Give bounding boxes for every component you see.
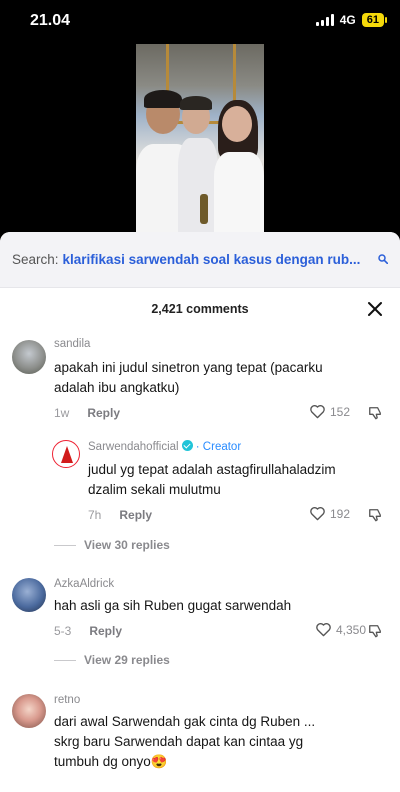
avatar[interactable] (12, 578, 46, 612)
comment-text-line: skrg baru Sarwendah dapat kan cintaa yg (54, 734, 304, 749)
person-left-hair (144, 90, 182, 108)
person-right-head (222, 106, 252, 142)
reply-button[interactable]: Reply (119, 508, 152, 522)
video-player[interactable] (136, 44, 264, 232)
comments-header: 2,421 comments (0, 288, 400, 332)
comment-text-line: tumbuh dg onyo😍 (54, 754, 168, 769)
battery-icon: 61 (361, 13, 388, 27)
search-query-link[interactable]: klarifikasi sarwendah soal kasus dengan … (63, 252, 369, 267)
dislike-icon[interactable] (368, 508, 382, 522)
status-time: 21.04 (30, 12, 71, 29)
creator-badge: · Creator (195, 441, 242, 453)
person-middle-hair (180, 96, 212, 110)
reply-username-text: Sarwendahofficial (88, 441, 179, 453)
search-icon[interactable] (378, 254, 388, 264)
reply-text-line: dzalim sekali mulutmu (88, 482, 221, 497)
like-button[interactable]: 152 (309, 404, 350, 419)
dislike-icon[interactable] (368, 624, 382, 638)
like-count: 192 (329, 506, 350, 521)
heart-icon (310, 405, 325, 419)
like-count: 152 (329, 404, 350, 419)
avatar[interactable] (12, 340, 46, 374)
comment-text-line: hah asli ga sih Ruben gugat sarwendah (54, 598, 292, 613)
search-prefix: Search: (12, 252, 59, 267)
close-icon[interactable] (366, 300, 384, 318)
creator-avatar[interactable] (52, 440, 80, 468)
bottle-prop (200, 194, 208, 224)
divider-line (54, 544, 76, 546)
comment-count: 2,421 comments (151, 302, 249, 316)
comment-text-line: dari awal Sarwendah gak cinta dg Ruben .… (54, 714, 316, 729)
creator-avatar-image (61, 446, 73, 463)
comment-time: 5-3 (54, 624, 72, 638)
comment-item: sandila apakah ini judul sinetron yang t… (0, 336, 400, 446)
view-replies-button[interactable]: View 29 replies (54, 653, 170, 667)
reply-item: Sarwendahofficial · Creator judul yg tep… (0, 436, 400, 536)
reply-username[interactable]: Sarwendahofficial · Creator (88, 440, 241, 453)
avatar[interactable] (12, 694, 46, 728)
view-replies-label: View 29 replies (84, 653, 170, 667)
comment-time: 1w (54, 406, 70, 420)
comment-text-line: adalah ibu angkatku) (54, 380, 180, 395)
like-button[interactable]: 4,350 (315, 622, 366, 637)
verified-badge-icon (181, 440, 193, 451)
network-label: 4G (339, 13, 356, 27)
like-count: 4,350 (335, 622, 366, 637)
heart-icon (310, 507, 325, 521)
reply-button[interactable]: Reply (87, 406, 120, 420)
reply-button[interactable]: Reply (89, 624, 122, 638)
person-right-body (214, 152, 264, 232)
reply-time: 7h (88, 508, 102, 522)
person-middle-body (178, 138, 218, 232)
status-icons: 4G 61 (315, 13, 388, 27)
dislike-icon[interactable] (368, 406, 382, 420)
comment-username[interactable]: sandila (54, 338, 90, 350)
like-button[interactable]: 192 (309, 506, 350, 521)
comment-meta: 1w Reply (54, 406, 120, 420)
search-suggestion-bar[interactable]: Search: klarifikasi sarwendah soal kasus… (0, 232, 400, 288)
comment-username[interactable]: retno (54, 694, 80, 706)
status-bar: 21.04 4G 61 (0, 0, 400, 44)
comment-item: AzkaAldrick hah asli ga sih Ruben gugat … (0, 574, 400, 664)
comment-meta: 5-3 Reply (54, 624, 122, 638)
view-replies-button[interactable]: View 30 replies (54, 538, 170, 552)
signal-icon (315, 14, 334, 26)
comment-username[interactable]: AzkaAldrick (54, 578, 114, 590)
view-replies-label: View 30 replies (84, 538, 170, 552)
comment-item: retno dari awal Sarwendah gak cinta dg R… (0, 690, 400, 792)
comment-text-line: apakah ini judul sinetron yang tepat (pa… (54, 360, 323, 375)
heart-icon (316, 623, 331, 637)
divider-line (54, 659, 76, 661)
reply-text-line: judul yg tepat adalah astagfirullahaladz… (88, 462, 336, 477)
reply-meta: 7h Reply (88, 508, 152, 522)
comments-sheet: Search: klarifikasi sarwendah soal kasus… (0, 232, 400, 792)
